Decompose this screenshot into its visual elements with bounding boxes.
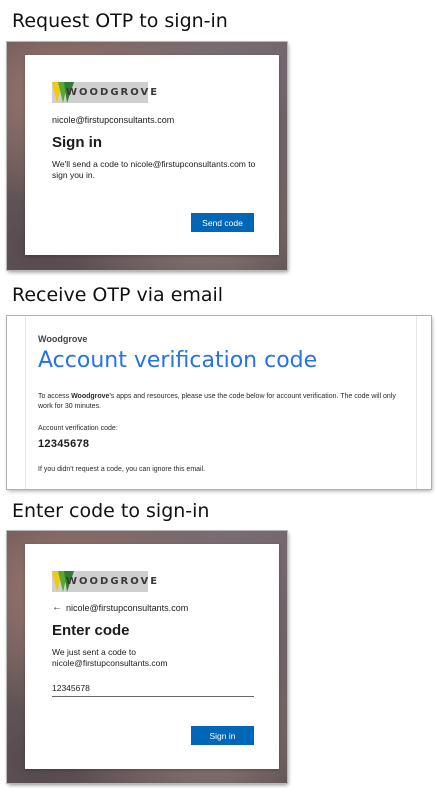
- signin-email: nicole@firstupconsultants.com: [52, 115, 175, 125]
- entercode-email: nicole@firstupconsultants.com: [66, 603, 189, 613]
- signin-card: WOODGROVE nicole@firstupconsultants.com …: [25, 55, 279, 255]
- email-panel: Woodgrove Account verification code To a…: [7, 316, 431, 489]
- verification-code-label: Account verification code:: [38, 425, 118, 432]
- code-input[interactable]: [52, 680, 254, 697]
- email-ignore-note: If you didn't request a code, you can ig…: [38, 466, 206, 473]
- verification-code: 12345678: [38, 438, 90, 450]
- signin-message: We'll send a code to nicole@firstupconsu…: [52, 159, 256, 180]
- signin-panel: WOODGROVE nicole@firstupconsultants.com …: [7, 42, 287, 270]
- entercode-heading: Enter code: [52, 622, 130, 639]
- entercode-card: WOODGROVE ← nicole@firstupconsultants.co…: [25, 544, 279, 769]
- woodgrove-logo-text: WOODGROVE: [66, 87, 160, 98]
- back-arrow-icon[interactable]: ←: [52, 602, 62, 613]
- email-title: Account verification code: [38, 348, 318, 373]
- email-instructions: To access Woodgrove's apps and resources…: [38, 392, 406, 412]
- entercode-message: We just sent a code to nicole@firstupcon…: [52, 647, 168, 668]
- send-code-button[interactable]: Send code: [191, 213, 254, 232]
- sign-in-button[interactable]: Sign in: [191, 726, 254, 745]
- entercode-panel: WOODGROVE ← nicole@firstupconsultants.co…: [7, 531, 287, 783]
- signin-heading: Sign in: [52, 134, 102, 151]
- section-title-receive-otp: Receive OTP via email: [12, 284, 224, 306]
- email-brand: Woodgrove: [38, 334, 88, 344]
- section-title-enter-code: Enter code to sign-in: [12, 500, 210, 522]
- woodgrove-logo-text: WOODGROVE: [66, 576, 160, 587]
- section-title-request-otp: Request OTP to sign-in: [12, 10, 228, 32]
- woodgrove-logo: WOODGROVE: [52, 82, 157, 103]
- email-message-body: Woodgrove Account verification code To a…: [25, 316, 417, 489]
- email-body-prefix: To access: [38, 393, 72, 400]
- woodgrove-logo: WOODGROVE: [52, 571, 157, 592]
- email-body-brand: Woodgrove: [71, 393, 110, 400]
